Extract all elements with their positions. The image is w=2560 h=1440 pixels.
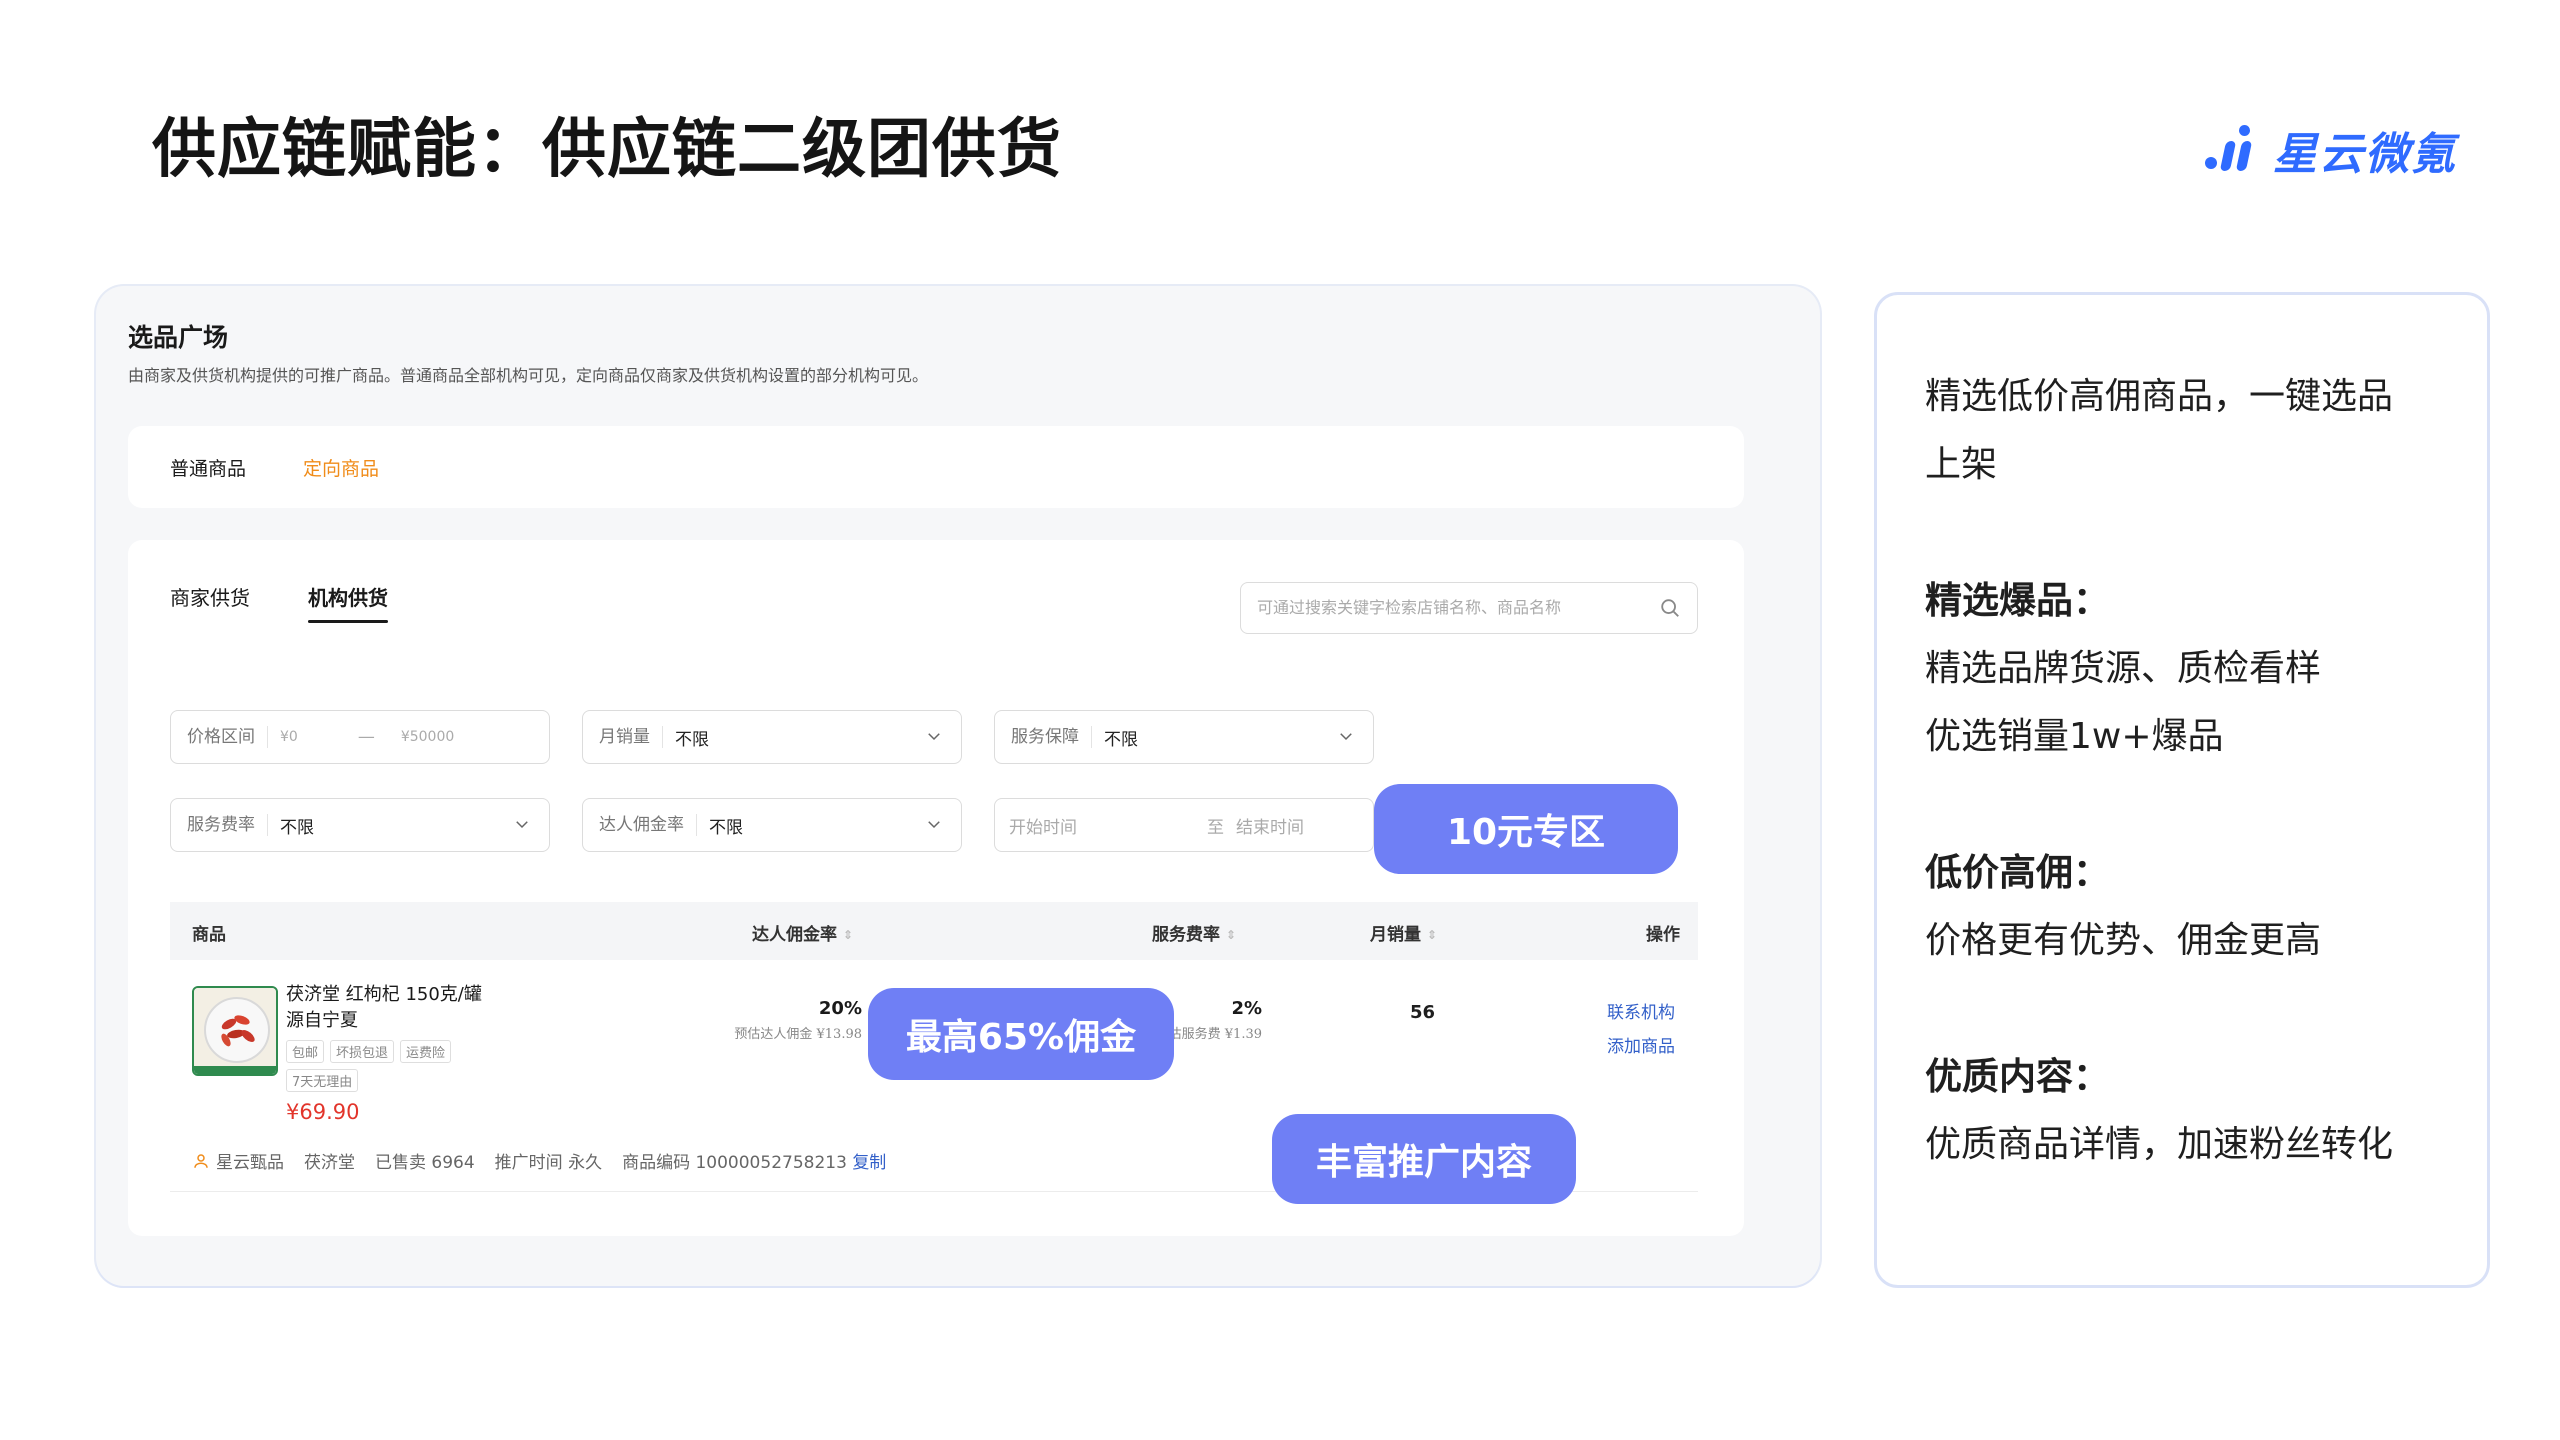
user-icon: [194, 1153, 208, 1168]
section-quality-content-heading: 优质内容：: [1925, 1055, 2110, 1098]
col-product: 商品: [192, 925, 226, 945]
search-icon[interactable]: [1659, 597, 1681, 619]
monthly-sales: 56: [1410, 1002, 1436, 1023]
section-hot-products-heading: 精选爆品：: [1925, 579, 2110, 622]
monthly-sales-select[interactable]: 月销量 不限: [582, 710, 962, 764]
commission-rate-select[interactable]: 达人佣金率 不限: [582, 798, 962, 852]
brand-logo: 星云微氪: [2205, 118, 2457, 182]
callout-max-commission: 最高65%佣金: [868, 988, 1174, 1080]
section-hot-products-line-2: 优选销量1w+爆品: [1925, 716, 2224, 757]
monthly-sales-value: 不限: [675, 729, 709, 750]
goji-berry-image-icon: [194, 988, 276, 1074]
chevron-down-icon: [928, 733, 940, 741]
copy-button[interactable]: 复制: [852, 1153, 886, 1173]
product-price: ¥69.90: [286, 1100, 360, 1124]
sort-icon: ⇕: [1427, 928, 1438, 942]
col-commission-rate[interactable]: 达人佣金率 ⇕: [752, 920, 853, 945]
tag-free-shipping: 包邮: [286, 1040, 325, 1063]
add-product-link[interactable]: 添加商品: [1607, 1032, 1675, 1057]
product-type-tabs: 普通商品 定向商品: [128, 426, 1744, 508]
selection-plaza-screenshot: 选品广场 由商家及供货机构提供的可推广商品。普通商品全部机构可见，定向商品仅商家…: [96, 286, 1820, 1286]
col-actions: 操作: [1646, 925, 1680, 945]
product-name[interactable]: 茯济堂 红枸杞 150克/罐 源自宁夏: [286, 982, 496, 1034]
sold-count: 已售卖 6964: [375, 1153, 475, 1173]
tag-shipping-insurance: 运费险: [400, 1040, 452, 1063]
col-monthly-sales-label: 月销量: [1370, 925, 1421, 945]
callout-ten-yuan-zone: 10元专区: [1374, 784, 1678, 874]
product-meta: 星云甄品 茯济堂 已售卖 6964 推广时间 永久 商品编码 100000527…: [192, 1148, 886, 1173]
price-range-dash: —: [357, 727, 375, 747]
section-low-price-heading: 低价高佣：: [1925, 851, 2110, 894]
col-commission-rate-label: 达人佣金率: [752, 925, 837, 945]
chevron-down-icon: [516, 821, 528, 829]
price-range-label: 价格区间: [171, 726, 268, 748]
product-thumbnail[interactable]: [192, 986, 278, 1076]
search-input[interactable]: [1241, 583, 1641, 631]
section-quality-content-line-1: 优质商品详情，加速粉丝转化: [1925, 1124, 2394, 1165]
commission-cell: 20% 预估达人佣金 ¥13.98: [734, 998, 862, 1042]
chevron-down-icon: [1340, 733, 1352, 741]
page-description: 由商家及供货机构提供的可推广商品。普通商品全部机构可见，定向商品仅商家及供货机构…: [128, 366, 929, 385]
service-guarantee-select[interactable]: 服务保障 不限: [994, 710, 1374, 764]
feature-info-card: 精选低价高佣商品，一键选品 上架 精选爆品： 精选品牌货源、质检看样 优选销量1…: [1874, 292, 2490, 1288]
monthly-sales-label: 月销量: [583, 726, 663, 748]
search-box: [1240, 582, 1698, 634]
sort-icon: ⇕: [1226, 928, 1237, 942]
service-guarantee-value: 不限: [1104, 729, 1138, 750]
subtab-merchant-supply[interactable]: 商家供货: [170, 582, 250, 611]
tab-normal-products[interactable]: 普通商品: [170, 454, 246, 481]
chevron-down-icon: [928, 821, 940, 829]
page-title: 选品广场: [128, 323, 229, 352]
brand-mark-icon: [2205, 123, 2259, 177]
col-service-fee[interactable]: 服务费率 ⇕: [1152, 920, 1236, 945]
tag-damage-refund: 坏损包退: [330, 1040, 395, 1063]
price-range-filter[interactable]: 价格区间 ¥0 — ¥50000: [170, 710, 550, 764]
brand-name: 星云微氪: [2273, 129, 2457, 180]
subtab-agency-supply[interactable]: 机构供货: [308, 582, 388, 623]
commission-estimate: 预估达人佣金 ¥13.98: [734, 1027, 862, 1042]
supplier: 星云甄品: [192, 1148, 284, 1173]
intro-line-1: 精选低价高佣商品，一键选品: [1925, 376, 2394, 417]
commission-rate: 20%: [818, 998, 862, 1019]
date-range-picker[interactable]: 开始时间 至 结束时间: [994, 798, 1374, 852]
price-max-input[interactable]: ¥50000: [401, 729, 454, 745]
promo-time: 推广时间 永久: [494, 1153, 603, 1173]
shop-name: 茯济堂: [304, 1153, 355, 1173]
section-low-price-line-1: 价格更有优势、佣金更高: [1925, 920, 2322, 961]
commission-rate-value: 不限: [709, 817, 743, 838]
sort-icon: ⇕: [843, 928, 854, 942]
sku-code: 商品编码 10000052758213: [622, 1153, 847, 1173]
contact-agency-link[interactable]: 联系机构: [1607, 998, 1675, 1023]
product-tags: 包邮 坏损包退 运费险 7天无理由: [286, 1040, 486, 1092]
service-guarantee-label: 服务保障: [995, 726, 1092, 748]
section-hot-products-line-1: 精选品牌货源、质检看样: [1925, 648, 2322, 689]
intro-line-2: 上架: [1925, 444, 1998, 485]
tag-7day-return: 7天无理由: [286, 1069, 359, 1092]
col-monthly-sales[interactable]: 月销量 ⇕: [1370, 920, 1437, 945]
service-fee-label: 服务费率: [171, 814, 268, 836]
tab-directed-products[interactable]: 定向商品: [303, 454, 379, 481]
commission-rate-label: 达人佣金率: [583, 814, 697, 836]
table-header: 商品 达人佣金率 ⇕ 服务费率 ⇕ 月销量 ⇕ 操作: [170, 902, 1698, 960]
price-min-input[interactable]: ¥0: [268, 729, 298, 745]
end-time-input[interactable]: 结束时间: [1236, 813, 1304, 838]
service-fee-value: 不限: [280, 817, 314, 838]
date-separator: 至: [1207, 817, 1224, 838]
start-time-input[interactable]: 开始时间: [995, 813, 1077, 838]
service-fee-select[interactable]: 服务费率 不限: [170, 798, 550, 852]
slide-title: 供应链赋能：供应链二级团供货: [152, 113, 1062, 187]
supplier-name: 星云甄品: [216, 1153, 284, 1173]
col-service-fee-label: 服务费率: [1152, 925, 1220, 945]
callout-rich-content: 丰富推广内容: [1272, 1114, 1576, 1204]
